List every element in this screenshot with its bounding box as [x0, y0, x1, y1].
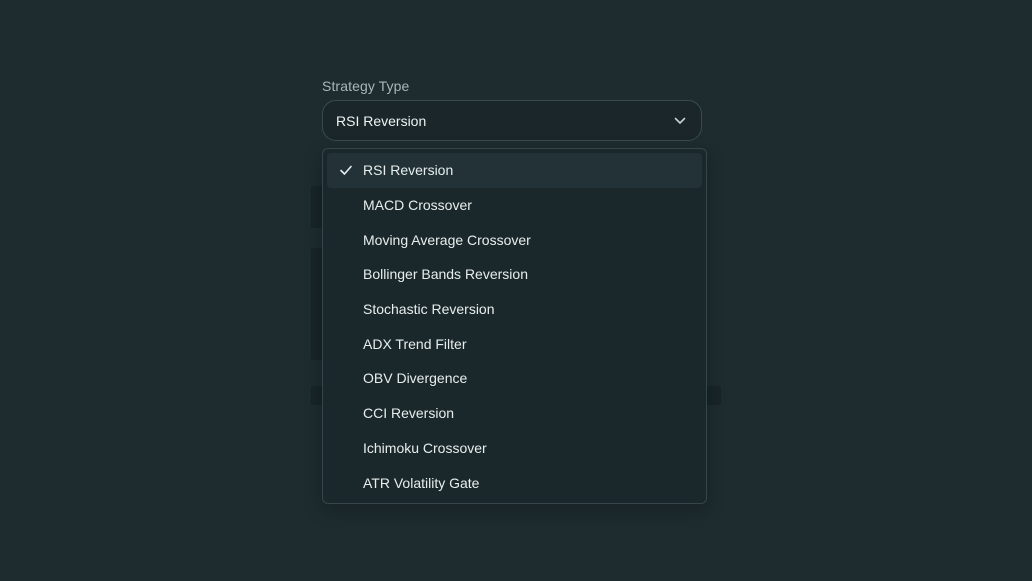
dropdown-option[interactable]: ATR Volatility Gate [327, 465, 702, 500]
dropdown-option[interactable]: Ichimoku Crossover [327, 431, 702, 466]
chevron-down-icon [673, 114, 687, 128]
dropdown-option[interactable]: Stochastic Reversion [327, 292, 702, 327]
dropdown-option-label: RSI Reversion [363, 162, 454, 179]
strategy-type-label: Strategy Type [322, 78, 410, 94]
dropdown-option-label: OBV Divergence [363, 370, 468, 387]
selected-value: RSI Reversion [336, 112, 427, 129]
dropdown-option[interactable]: ADX Trend Filter [327, 326, 702, 361]
dropdown-option[interactable]: Bollinger Bands Reversion [327, 257, 702, 292]
dropdown-option-label: Moving Average Crossover [363, 231, 531, 248]
strategy-type-dropdown: RSI Reversion MACD Crossover Moving Averag… [322, 148, 707, 504]
dropdown-option-label: Ichimoku Crossover [363, 439, 487, 456]
strategy-type-select[interactable]: RSI Reversion [322, 100, 702, 141]
dropdown-option[interactable]: Moving Average Crossover [327, 222, 702, 257]
dropdown-option-label: ADX Trend Filter [363, 335, 467, 352]
dropdown-option-label: MACD Crossover [363, 197, 472, 214]
dropdown-option-label: Bollinger Bands Reversion [363, 266, 528, 283]
page-background: Strategy Type RSI Reversion RSI Reversio… [0, 0, 1032, 581]
dropdown-option[interactable]: OBV Divergence [327, 361, 702, 396]
dropdown-option-label: ATR Volatility Gate [363, 474, 480, 491]
dropdown-option-label: Stochastic Reversion [363, 301, 495, 318]
dropdown-option[interactable]: MACD Crossover [327, 188, 702, 223]
dropdown-option[interactable]: RSI Reversion [327, 153, 702, 188]
dropdown-option[interactable]: CCI Reversion [327, 396, 702, 431]
dropdown-option-label: CCI Reversion [363, 405, 455, 422]
check-icon [339, 163, 353, 177]
